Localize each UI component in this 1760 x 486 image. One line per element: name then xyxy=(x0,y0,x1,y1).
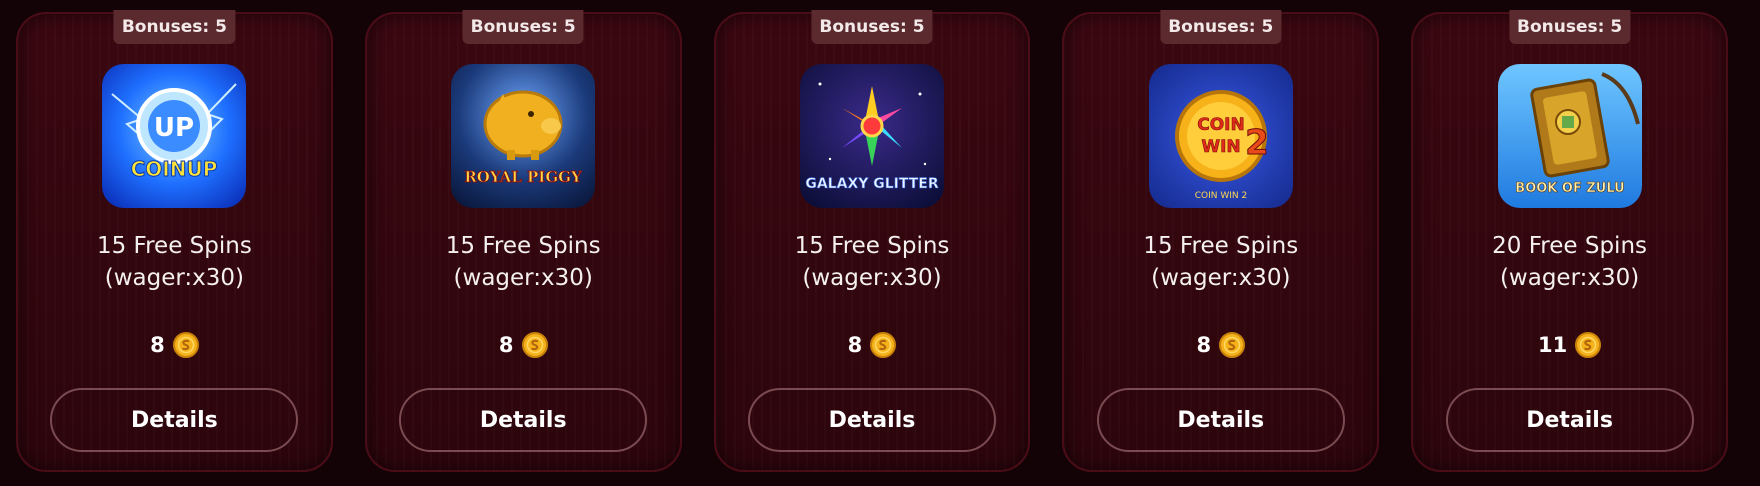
price: 8 xyxy=(18,332,331,358)
offer-title: 15 Free Spins (wager:x30) xyxy=(716,230,1029,294)
svg-text:ROYAL PIGGY: ROYAL PIGGY xyxy=(465,168,583,186)
svg-text:COINUP: COINUP xyxy=(131,157,218,181)
offer-spins: 20 Free Spins xyxy=(1492,233,1648,259)
game-thumbnail[interactable]: UP COINUP xyxy=(102,64,247,208)
offer-title: 20 Free Spins (wager:x30) xyxy=(1413,230,1726,294)
game-thumbnail[interactable]: GALAXY GLITTER xyxy=(799,64,944,208)
offer-wager: (wager:x30) xyxy=(1499,265,1640,291)
svg-text:WIN: WIN xyxy=(1201,137,1240,157)
game-thumbnail[interactable]: ROYAL PIGGY xyxy=(451,64,596,208)
gold-coin-icon xyxy=(521,332,548,358)
price: 11 xyxy=(1413,332,1726,358)
offer-wager: (wager:x30) xyxy=(802,265,942,291)
offer-spins: 15 Free Spins xyxy=(96,233,252,259)
game-thumbnail[interactable]: COIN WIN 2 COIN WIN 2 xyxy=(1148,64,1293,208)
game-art-image: UP COINUP xyxy=(102,64,247,208)
bonus-card-strip: Bonuses: 5 UP COINUP 15 Free Spins (wage… xyxy=(0,0,1760,486)
svg-text:BOOK OF ZULU: BOOK OF ZULU xyxy=(1515,181,1624,196)
details-button[interactable]: Details xyxy=(50,388,299,452)
bonus-card[interactable]: Bonuses: 5 BOOK OF ZULU 20 Free Spins (w… xyxy=(1411,10,1728,472)
price-value: 8 xyxy=(498,333,514,357)
offer-title: 15 Free Spins (wager:x30) xyxy=(1064,230,1377,294)
details-button[interactable]: Details xyxy=(1445,388,1694,452)
gold-coin-icon xyxy=(1219,332,1246,358)
price: 8 xyxy=(367,332,680,358)
svg-text:UP: UP xyxy=(154,113,194,143)
bonuses-badge: Bonuses: 5 xyxy=(811,10,933,44)
price: 8 xyxy=(1064,332,1377,358)
offer-title: 15 Free Spins (wager:x30) xyxy=(367,230,680,294)
price-value: 8 xyxy=(847,333,863,357)
game-art-image: COIN WIN 2 COIN WIN 2 xyxy=(1148,64,1293,208)
details-button[interactable]: Details xyxy=(399,388,648,452)
offer-wager: (wager:x30) xyxy=(1151,265,1291,291)
game-thumbnail[interactable]: BOOK OF ZULU xyxy=(1497,64,1642,208)
game-art-image: BOOK OF ZULU xyxy=(1497,64,1642,208)
offer-spins: 15 Free Spins xyxy=(445,233,601,259)
gold-coin-icon xyxy=(1575,332,1602,358)
price: 8 xyxy=(716,332,1029,358)
details-button[interactable]: Details xyxy=(1096,388,1345,452)
details-button[interactable]: Details xyxy=(747,388,996,452)
svg-text:2: 2 xyxy=(1245,123,1269,163)
bonus-card[interactable]: Bonuses: 5 GALAXY GLITTER 15 Free Spins … xyxy=(713,10,1031,472)
bonus-card[interactable]: Bonuses: 5 ROYAL PIGGY 15 Free Spins (wa… xyxy=(364,10,682,472)
price-value: 8 xyxy=(1196,333,1212,357)
bonuses-badge: Bonuses: 5 xyxy=(113,10,235,44)
game-art-image: ROYAL PIGGY xyxy=(451,64,596,208)
offer-spins: 15 Free Spins xyxy=(1143,233,1299,259)
offer-title: 15 Free Spins (wager:x30) xyxy=(18,230,331,294)
gold-coin-icon xyxy=(172,332,199,358)
bonus-card[interactable]: Bonuses: 5 COIN WIN 2 COIN WIN 2 15 Free xyxy=(1062,10,1380,472)
game-art-image: GALAXY GLITTER xyxy=(799,64,944,208)
offer-wager: (wager:x30) xyxy=(104,265,245,291)
price-value: 8 xyxy=(150,333,165,357)
svg-text:COIN: COIN xyxy=(1197,115,1244,135)
gold-coin-icon xyxy=(870,332,897,358)
offer-wager: (wager:x30) xyxy=(453,265,593,291)
svg-text:GALAXY GLITTER: GALAXY GLITTER xyxy=(805,176,938,192)
price-value: 11 xyxy=(1537,333,1568,357)
bonuses-badge: Bonuses: 5 xyxy=(1509,10,1631,44)
svg-text:COIN WIN 2: COIN WIN 2 xyxy=(1195,191,1248,201)
bonuses-badge: Bonuses: 5 xyxy=(462,10,584,44)
bonus-card[interactable]: Bonuses: 5 UP COINUP 15 Free Spins (wage… xyxy=(16,10,333,472)
offer-spins: 15 Free Spins xyxy=(794,233,950,259)
bonuses-badge: Bonuses: 5 xyxy=(1160,10,1282,44)
